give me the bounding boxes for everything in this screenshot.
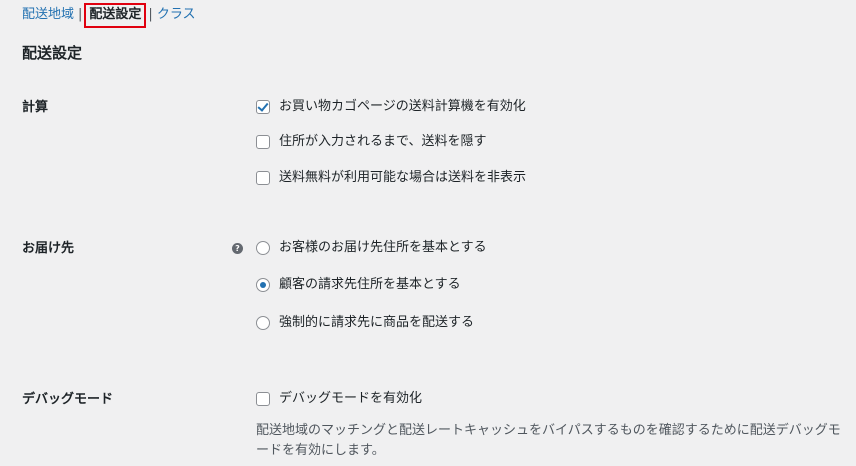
subnav-shipping-classes-link[interactable]: クラス — [157, 7, 196, 22]
shipping-subnav: 配送地域 | 配送設定 | クラス — [22, 3, 196, 28]
destination-billing-address-label: 顧客の請求先住所を基本とする — [279, 277, 461, 292]
debug-mode-label: デバッグモード — [22, 392, 114, 407]
destination-shipping-address-option[interactable]: お客様のお届け先住所を基本とする — [256, 239, 487, 257]
hide-when-free-shipping-option[interactable]: 送料無料が利用可能な場合は送料を非表示 — [256, 169, 526, 187]
calculations-label: 計算 — [22, 100, 49, 115]
destination-billing-address-option[interactable]: 顧客の請求先住所を基本とする — [256, 276, 461, 294]
hide-shipping-until-address-option[interactable]: 住所が入力されるまで、送料を隠す — [256, 133, 486, 151]
hide-shipping-until-address-checkbox[interactable] — [256, 135, 270, 149]
subnav-shipping-zones-link[interactable]: 配送地域 — [22, 7, 74, 22]
enable-cart-calculator-checkbox[interactable] — [256, 100, 270, 114]
hide-when-free-shipping-checkbox[interactable] — [256, 171, 270, 185]
hide-when-free-shipping-label: 送料無料が利用可能な場合は送料を非表示 — [279, 170, 527, 185]
destination-shipping-address-radio[interactable] — [256, 241, 270, 255]
shipping-destination-label: お届け先 — [22, 241, 75, 256]
page-title: 配送設定 — [22, 44, 83, 62]
help-icon[interactable]: ? — [232, 243, 243, 254]
subnav-separator: | — [78, 7, 83, 22]
destination-shipping-address-label: お客様のお届け先住所を基本とする — [279, 240, 487, 255]
destination-billing-only-radio[interactable] — [256, 316, 270, 330]
subnav-shipping-options-current[interactable]: 配送設定 — [84, 3, 147, 28]
destination-billing-only-option[interactable]: 強制的に請求先に商品を配送する — [256, 314, 474, 332]
subnav-separator: | — [148, 7, 153, 22]
enable-cart-calculator-label: お買い物カゴページの送料計算機を有効化 — [279, 99, 526, 114]
enable-debug-mode-label: デバッグモードを有効化 — [279, 391, 423, 406]
enable-cart-calculator-option[interactable]: お買い物カゴページの送料計算機を有効化 — [256, 98, 526, 116]
destination-billing-only-label: 強制的に請求先に商品を配送する — [279, 315, 475, 330]
destination-billing-address-radio[interactable] — [256, 278, 270, 292]
hide-shipping-until-address-label: 住所が入力されるまで、送料を隠す — [279, 134, 487, 149]
shipping-options-page: 配送地域 | 配送設定 | クラス 配送設定 計算 お買い物カゴページの送料計算機を有効… — [0, 0, 856, 466]
enable-debug-mode-option[interactable]: デバッグモードを有効化 — [256, 390, 422, 408]
enable-debug-mode-checkbox[interactable] — [256, 392, 270, 406]
debug-mode-description: 配送地域のマッチングと配送レートキャッシュをバイパスするものを確認するために配送… — [256, 423, 841, 458]
